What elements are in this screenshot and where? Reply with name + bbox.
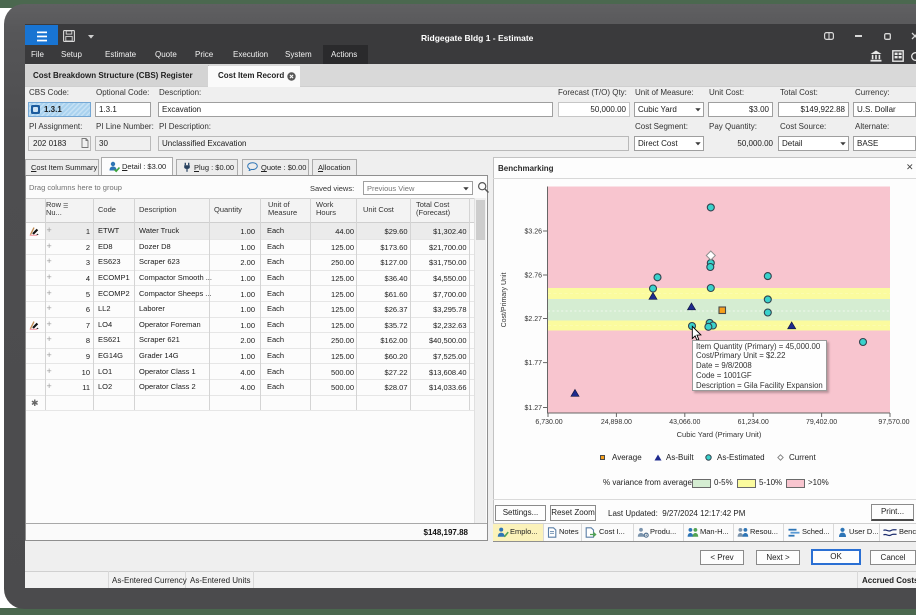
- svg-text:Cost/Primary Unit: Cost/Primary Unit: [501, 273, 508, 328]
- svg-text:6,730.00: 6,730.00: [535, 419, 562, 426]
- svg-text:Cubic Yard (Primary Unit): Cubic Yard (Primary Unit): [677, 430, 762, 439]
- svg-text:$2.76: $2.76: [524, 273, 542, 280]
- svg-text:$1.77: $1.77: [524, 360, 542, 367]
- svg-text:$2.27: $2.27: [524, 316, 542, 323]
- svg-text:61,234.00: 61,234.00: [738, 419, 769, 426]
- svg-text:97,570.00: 97,570.00: [878, 419, 909, 426]
- svg-text:24,898.00: 24,898.00: [601, 419, 632, 426]
- svg-text:$1.27: $1.27: [524, 405, 542, 412]
- svg-text:43,066.00: 43,066.00: [669, 419, 700, 426]
- svg-text:$3.26: $3.26: [524, 229, 542, 236]
- svg-text:79,402.00: 79,402.00: [806, 419, 837, 426]
